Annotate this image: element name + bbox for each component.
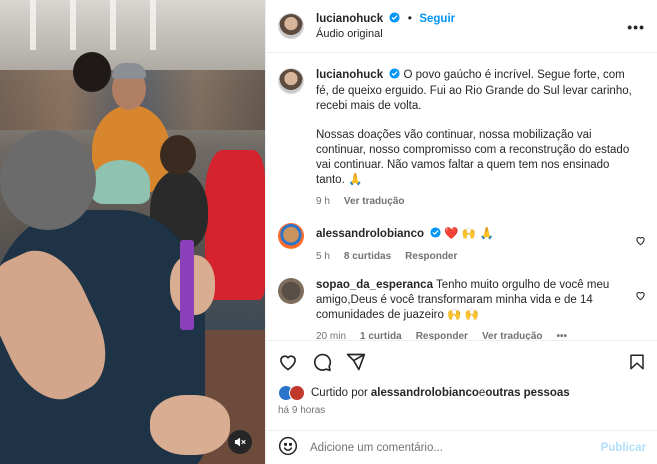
translate-link[interactable]: Ver tradução [344, 194, 405, 209]
mute-icon[interactable] [228, 430, 252, 454]
avatar[interactable] [278, 278, 304, 304]
comment-heart-icon[interactable] [635, 235, 646, 249]
person [160, 135, 196, 175]
comment-likes[interactable]: 1 curtida [360, 329, 402, 340]
translate-link[interactable]: Ver tradução [482, 329, 543, 340]
post-header: lucianohuck • Seguir Áudio original ••• [266, 0, 657, 53]
comments-list: lucianohuck O povo gaúcho é incrível. Se… [266, 54, 657, 340]
header-text: lucianohuck • Seguir Áudio original [316, 11, 455, 42]
verified-badge-icon [389, 11, 400, 27]
post-username[interactable]: lucianohuck [316, 13, 383, 25]
comment-icon[interactable] [312, 352, 332, 375]
caption-time[interactable]: 9 h [316, 194, 330, 209]
likes-prefix: Curtido por [311, 387, 368, 399]
roof-light [30, 0, 36, 50]
avatar[interactable] [278, 223, 304, 249]
liker-username[interactable]: alessandrolobianco [371, 387, 479, 399]
person [0, 130, 96, 230]
audio-label[interactable]: Áudio original [316, 27, 455, 42]
person [150, 395, 230, 455]
comment-time[interactable]: 20 min [316, 329, 346, 340]
caption-text-2: Nossas doações vão continuar, nossa mobi… [316, 129, 630, 186]
action-bar: Curtido por alessandrolobianco e outras … [266, 340, 657, 416]
caption-emoji: 🙏 [347, 174, 363, 186]
likes-summary: Curtido por alessandrolobianco e outras … [278, 385, 646, 401]
person [73, 52, 111, 92]
comment-likes[interactable]: 8 curtidas [344, 249, 391, 264]
add-comment-bar: Publicar [266, 430, 657, 464]
post-time[interactable]: há 9 horas [278, 405, 646, 416]
bookmark-icon[interactable] [628, 352, 646, 375]
share-icon[interactable] [346, 352, 366, 375]
post-panel: lucianohuck • Seguir Áudio original ••• … [265, 0, 657, 464]
caption: lucianohuck O povo gaúcho é incrível. Se… [278, 68, 646, 209]
comment-input[interactable] [310, 441, 601, 454]
phone [180, 240, 194, 330]
comment-username[interactable]: sopao_da_esperanca [316, 279, 433, 291]
roof-light [70, 0, 76, 50]
likes-others[interactable]: outras pessoas [485, 387, 569, 399]
roof-light [150, 0, 156, 50]
avatar [289, 385, 305, 401]
comment: alessandrolobianco ❤️ 🙌 🙏 5 h 8 curtidas… [278, 223, 646, 264]
comment: sopao_da_esperanca Tenho muito orgulho d… [278, 278, 646, 340]
separator-dot: • [407, 10, 412, 25]
heart-icon[interactable] [278, 352, 298, 375]
emoji-icon[interactable] [278, 436, 298, 459]
comment-more-icon[interactable]: ••• [557, 329, 568, 340]
person [92, 160, 150, 204]
liker-avatars[interactable] [278, 385, 305, 401]
person [112, 63, 146, 79]
reply-button[interactable]: Responder [416, 329, 468, 340]
caption-username[interactable]: lucianohuck [316, 69, 383, 81]
publish-button[interactable]: Publicar [601, 442, 646, 454]
post-media[interactable] [0, 0, 265, 464]
comment-username[interactable]: alessandrolobianco [316, 228, 424, 240]
reply-button[interactable]: Responder [405, 249, 457, 264]
avatar[interactable] [278, 13, 304, 39]
verified-badge-icon [430, 227, 441, 243]
verified-badge-icon [389, 68, 400, 84]
comment-text: ❤️ 🙌 🙏 [444, 228, 494, 240]
avatar[interactable] [278, 68, 304, 94]
roof-light [110, 0, 116, 50]
more-icon[interactable]: ••• [627, 19, 645, 35]
follow-button[interactable]: Seguir [419, 13, 455, 25]
comment-heart-icon[interactable] [635, 290, 646, 304]
comment-time[interactable]: 5 h [316, 249, 330, 264]
